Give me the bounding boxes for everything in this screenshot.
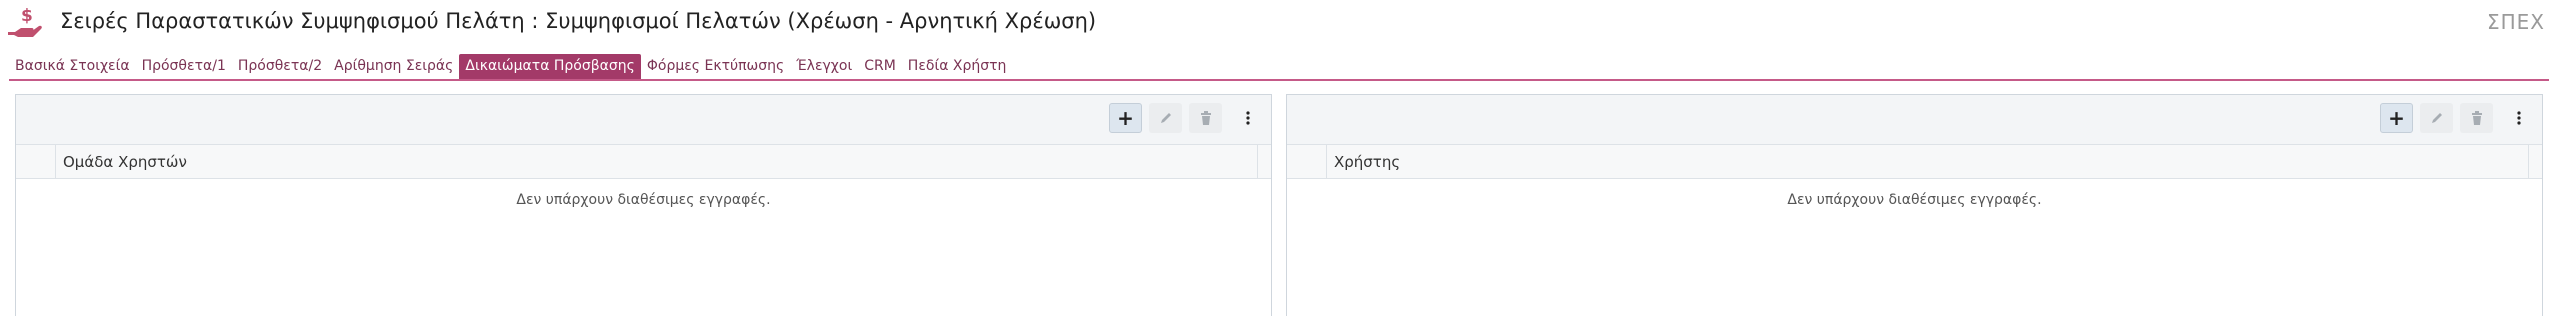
hand-money-icon: $ bbox=[6, 4, 46, 42]
grid-toolbar: + bbox=[16, 95, 1271, 145]
trash-icon bbox=[1200, 111, 1211, 125]
more-options-button[interactable] bbox=[1239, 103, 1257, 133]
more-vertical-icon bbox=[2517, 111, 2521, 125]
window-header: $ Σειρές Παραστατικών Συμψηφισμού Πελάτη… bbox=[0, 0, 2553, 50]
edit-button[interactable] bbox=[2420, 103, 2453, 133]
tab-checks[interactable]: Έλεγχοι bbox=[790, 54, 858, 79]
column-header-user-group[interactable]: Ομάδα Χρηστών bbox=[63, 145, 187, 179]
object-code-badge: ΣΠΕΧ bbox=[2486, 10, 2545, 34]
page-title: Σειρές Παραστατικών Συμψηφισμού Πελάτη :… bbox=[60, 9, 1097, 33]
empty-state-message: Δεν υπάρχουν διαθέσιμες εγγραφές. bbox=[516, 192, 771, 208]
add-button[interactable]: + bbox=[2380, 103, 2413, 133]
svg-text:$: $ bbox=[21, 6, 33, 26]
select-all-cell[interactable] bbox=[16, 145, 56, 179]
select-all-cell[interactable] bbox=[1287, 145, 1327, 179]
tab-print-forms[interactable]: Φόρμες Εκτύπωσης bbox=[641, 54, 790, 79]
tab-crm[interactable]: CRM bbox=[858, 54, 902, 79]
tab-additional-2[interactable]: Πρόσθετα/2 bbox=[232, 54, 328, 79]
column-header-user[interactable]: Χρήστης bbox=[1334, 145, 1400, 179]
delete-button[interactable] bbox=[2460, 103, 2493, 133]
grid-header: Χρήστης bbox=[1287, 145, 2542, 179]
pencil-icon bbox=[2431, 113, 2442, 123]
grid-toolbar: + bbox=[1287, 95, 2542, 145]
tab-series-numbering[interactable]: Αρίθμηση Σειράς bbox=[328, 54, 459, 79]
tab-bar: Βασικά Στοιχεία Πρόσθετα/1 Πρόσθετα/2 Αρ… bbox=[9, 54, 1012, 79]
user-groups-panel: + Ομάδα Χρηστών Δεν υπάρχουν διαθέσιμες … bbox=[15, 94, 1272, 316]
trash-icon bbox=[2471, 111, 2482, 125]
more-vertical-icon bbox=[1246, 111, 1250, 125]
empty-state-message: Δεν υπάρχουν διαθέσιμες εγγραφές. bbox=[1787, 192, 2042, 208]
tab-user-fields[interactable]: Πεδία Χρήστη bbox=[902, 54, 1013, 79]
pencil-icon bbox=[1160, 113, 1171, 123]
users-panel: + Χρήστης Δεν υπάρχουν διαθέσιμες εγγραφ… bbox=[1286, 94, 2543, 316]
tab-access-rights[interactable]: Δικαιώματα Πρόσβασης bbox=[459, 54, 641, 79]
column-end-cell bbox=[1257, 145, 1271, 179]
grid-header: Ομάδα Χρηστών bbox=[16, 145, 1271, 179]
tab-basic-info[interactable]: Βασικά Στοιχεία bbox=[9, 54, 136, 79]
add-button[interactable]: + bbox=[1109, 103, 1142, 133]
edit-button[interactable] bbox=[1149, 103, 1182, 133]
delete-button[interactable] bbox=[1189, 103, 1222, 133]
plus-icon: + bbox=[1117, 106, 1134, 130]
tab-additional-1[interactable]: Πρόσθετα/1 bbox=[136, 54, 232, 79]
column-end-cell bbox=[2528, 145, 2542, 179]
plus-icon: + bbox=[2388, 106, 2405, 130]
tab-underline bbox=[9, 79, 2549, 81]
more-options-button[interactable] bbox=[2510, 103, 2528, 133]
